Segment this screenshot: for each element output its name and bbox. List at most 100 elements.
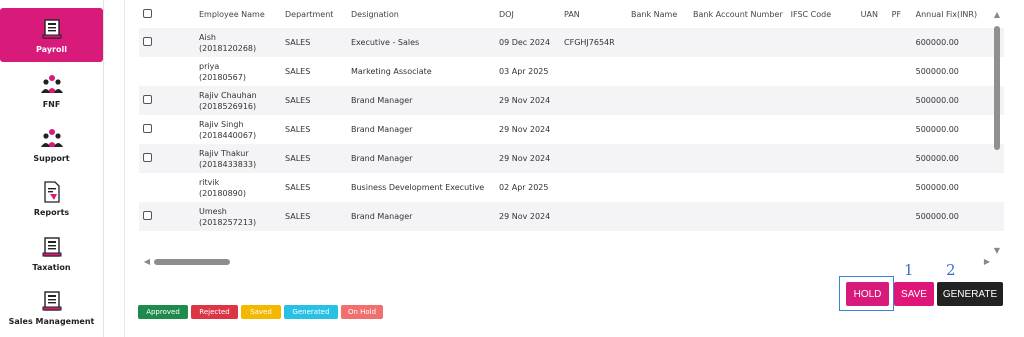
cell-uan xyxy=(857,57,888,86)
cell-ifsc xyxy=(787,144,857,173)
employee-name: Rajiv Chauhan xyxy=(199,90,257,100)
scroll-left-icon[interactable]: ◀ xyxy=(140,257,154,266)
sidebar-item-label: Sales Management xyxy=(8,317,95,326)
table-row[interactable]: ritvik (20180890) SALES Business Developmen… xyxy=(139,173,1004,202)
cell-pan xyxy=(560,144,627,173)
save-button[interactable]: SAVE xyxy=(894,282,934,306)
cell-department: SALES xyxy=(285,67,311,76)
column-header[interactable]: Bank Account Number xyxy=(689,0,787,28)
cell-pf xyxy=(888,86,912,115)
scroll-right-icon[interactable]: ▶ xyxy=(980,257,994,266)
cell-designation: Business Development Executive xyxy=(351,183,485,192)
cell-uan xyxy=(857,202,888,231)
cell-designation: Brand Manager xyxy=(351,125,413,134)
sidebar-item-label: Taxation xyxy=(32,263,71,272)
sidebar-item-label: Reports xyxy=(33,208,70,217)
cell-designation: Brand Manager xyxy=(351,212,413,221)
vertical-scrollbar[interactable]: ▲ ▼ xyxy=(990,10,1004,258)
sidebar-item-sales-management[interactable]: Sales Management xyxy=(0,280,103,334)
row-select-cell xyxy=(139,86,195,115)
cell-ifsc xyxy=(787,115,857,144)
scroll-down-icon[interactable]: ▼ xyxy=(990,246,1004,255)
table-row[interactable]: Rajiv Chauhan (2018526916) SALES Brand Mana… xyxy=(139,86,1004,115)
cell-uan xyxy=(857,173,888,202)
sidebar-item-payroll[interactable]: Payroll xyxy=(0,8,103,62)
column-header[interactable]: PF xyxy=(888,0,912,28)
cell-uan xyxy=(857,28,888,57)
row-select-cell xyxy=(139,115,195,144)
cell-pan xyxy=(560,57,627,86)
cell-account xyxy=(689,173,787,202)
select-all-header[interactable] xyxy=(139,0,195,28)
table-row[interactable]: Aish (2018120268) SALES Executive - Sales 09… xyxy=(139,28,1004,57)
employee-id: (2018433833) xyxy=(199,159,257,169)
employee-id: (20180890) xyxy=(199,188,246,198)
cell-bank-name xyxy=(627,57,689,86)
column-header[interactable]: DOJ xyxy=(495,0,560,28)
employee-name-cell: Rajiv Thakur (2018433833) xyxy=(195,144,281,173)
legend-badge: On Hold xyxy=(341,305,383,319)
people-icon xyxy=(40,75,63,93)
cell-ifsc xyxy=(787,202,857,231)
employee-name-cell: Rajiv Chauhan (2018526916) xyxy=(195,86,281,115)
sidebar-item-support[interactable]: Support xyxy=(0,117,103,171)
employee-id: (20180567) xyxy=(199,72,246,82)
table-row[interactable]: Rajiv Thakur (2018433833) SALES Brand Manag… xyxy=(139,144,1004,173)
cell-doj: 29 Nov 2024 xyxy=(499,125,551,134)
cell-department: SALES xyxy=(285,212,311,221)
cell-bank-name xyxy=(627,144,689,173)
report-icon xyxy=(43,181,60,203)
column-header[interactable]: Employee Name xyxy=(195,0,281,28)
cell-bank-name xyxy=(627,28,689,57)
select-all-checkbox[interactable] xyxy=(143,8,152,18)
row-checkbox[interactable] xyxy=(143,123,152,133)
cell-designation: Brand Manager xyxy=(351,154,413,163)
column-header[interactable]: PAN xyxy=(560,0,627,28)
cell-bank-name xyxy=(627,202,689,231)
row-select-cell xyxy=(139,202,195,231)
column-header[interactable]: Bank Name xyxy=(627,0,689,28)
cell-doj: 02 Apr 2025 xyxy=(499,183,549,192)
generate-button[interactable]: GENERATE xyxy=(937,282,1003,306)
cell-pan xyxy=(560,173,627,202)
cell-ifsc xyxy=(787,57,857,86)
sidebar: Payroll FNF Support Reports Taxation Sal… xyxy=(0,0,104,337)
employee-name: ritvik xyxy=(199,177,220,187)
employee-name-cell: Umesh (2018257213) xyxy=(195,202,281,231)
table-row[interactable]: Umesh (2018257213) SALES Brand Manager 29 No… xyxy=(139,202,1004,231)
sidebar-item-reports[interactable]: Reports xyxy=(0,171,103,225)
sidebar-item-fnf[interactable]: FNF xyxy=(0,63,103,117)
cell-account xyxy=(689,144,787,173)
employee-id: (2018526916) xyxy=(199,101,257,111)
row-checkbox[interactable] xyxy=(143,94,152,104)
sidebar-item-taxation[interactable]: Taxation xyxy=(0,226,103,280)
cell-doj: 29 Nov 2024 xyxy=(499,154,551,163)
column-header[interactable]: Department xyxy=(281,0,347,28)
column-header[interactable]: IFSC Code xyxy=(787,0,857,28)
hold-button[interactable]: HOLD xyxy=(846,282,889,306)
cell-pf xyxy=(888,115,912,144)
table-row[interactable]: Rajiv Singh (2018440067) SALES Brand Manage… xyxy=(139,115,1004,144)
cell-designation: Marketing Associate xyxy=(351,67,432,76)
horizontal-scroll-thumb[interactable] xyxy=(154,259,230,265)
employee-name: Rajiv Singh xyxy=(199,119,244,129)
column-header[interactable]: UAN xyxy=(857,0,888,28)
cell-pan xyxy=(560,86,627,115)
employee-id: (2018440067) xyxy=(199,130,257,140)
column-header[interactable]: Designation xyxy=(347,0,495,28)
employee-name: Umesh xyxy=(199,206,227,216)
row-select-cell xyxy=(139,144,195,173)
cell-pf xyxy=(888,28,912,57)
table-row[interactable]: priya (20180567) SALES Marketing Associate 0… xyxy=(139,57,1004,86)
cell-pan: CFGHJ7654R xyxy=(564,38,615,47)
vertical-scroll-thumb[interactable] xyxy=(994,26,1000,150)
row-select-cell xyxy=(139,28,195,57)
scroll-up-icon[interactable]: ▲ xyxy=(990,10,1004,19)
sidebar-item-label: FNF xyxy=(42,100,61,109)
cell-pf xyxy=(888,173,912,202)
cell-pan xyxy=(560,115,627,144)
row-checkbox[interactable] xyxy=(143,152,152,162)
row-checkbox[interactable] xyxy=(143,36,152,46)
payroll-icon xyxy=(42,19,61,39)
row-checkbox[interactable] xyxy=(143,210,152,220)
